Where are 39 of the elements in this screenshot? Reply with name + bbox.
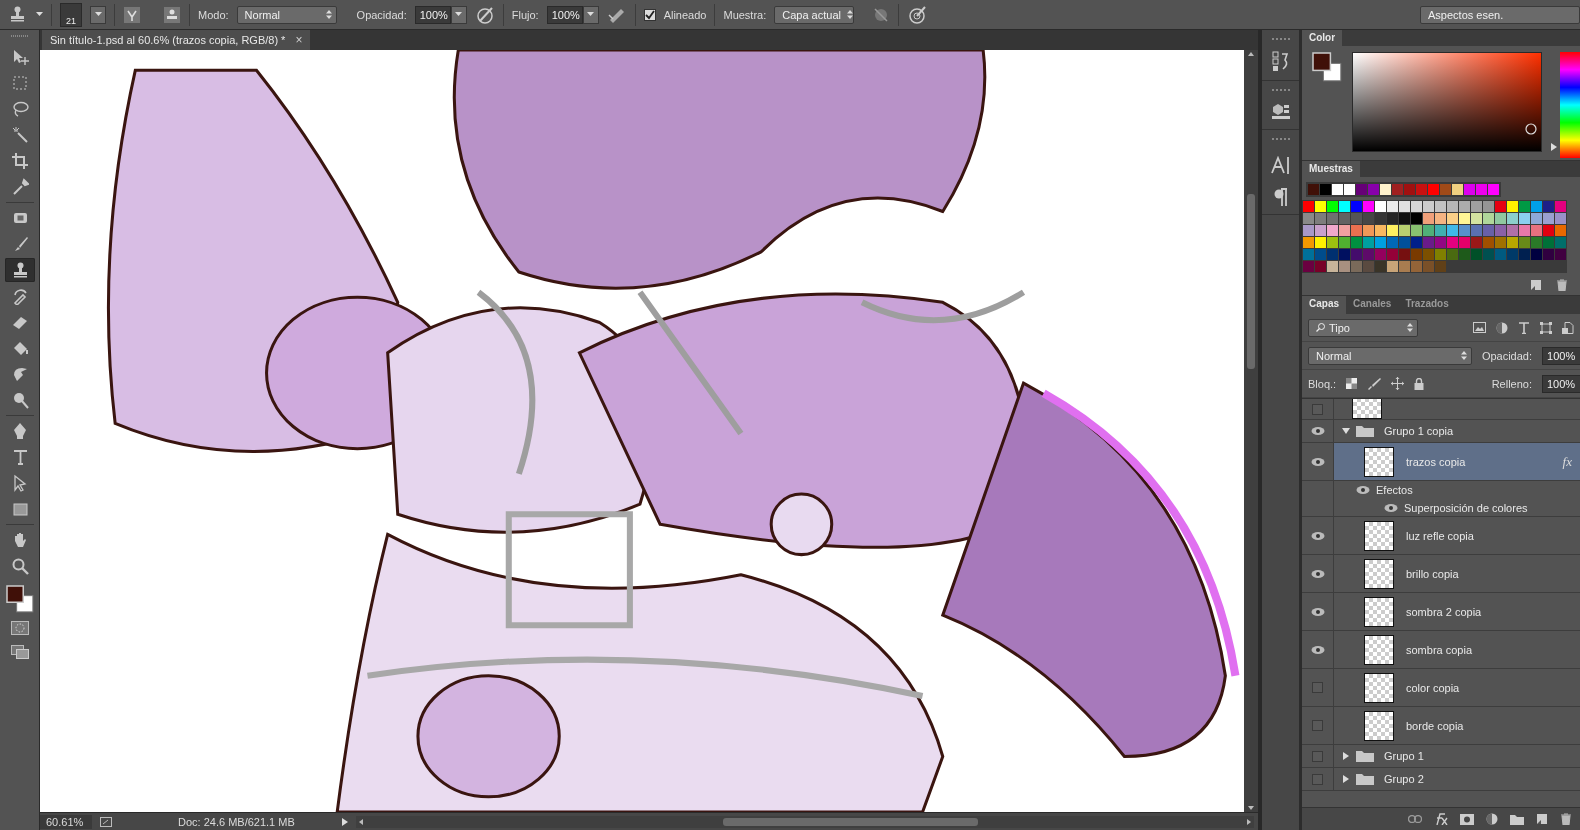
layer-row[interactable]: sombra copia xyxy=(1302,631,1580,669)
sample-dropdown[interactable]: Capa actual xyxy=(774,5,855,24)
aligned-label: Alineado xyxy=(663,8,707,21)
fill-field[interactable]: 100% xyxy=(1542,374,1580,393)
flow-field[interactable]: 100% xyxy=(546,5,583,24)
color-tab[interactable]: Color xyxy=(1302,30,1343,46)
layer-row[interactable]: borde copia xyxy=(1302,707,1580,745)
group-row[interactable]: Grupo 2 xyxy=(1302,768,1580,791)
mode-label: Modo: xyxy=(198,8,229,21)
flow-label: Flujo: xyxy=(511,8,539,21)
panel-tab[interactable]: Canales xyxy=(1346,296,1399,314)
opacity-label: Opacidad: xyxy=(356,8,407,21)
filter-dropdown[interactable]: Tipo xyxy=(1308,318,1418,337)
opacity-field[interactable]: 100% xyxy=(414,5,451,24)
layer-row[interactable]: color copia xyxy=(1302,669,1580,707)
mode-dropdown[interactable]: Normal xyxy=(236,5,337,24)
effect-row[interactable]: Superposición de colores xyxy=(1302,499,1580,517)
workspace-dropdown[interactable]: Aspectos esen. xyxy=(1420,5,1580,24)
blend-mode-dropdown[interactable]: Normal xyxy=(1308,346,1472,365)
document-tab[interactable]: Sin título-1.psd al 60.6% (trazos copia, RGB/8) * × xyxy=(42,30,311,50)
brush-preset[interactable]: 21 xyxy=(60,2,82,27)
layer-row[interactable]: luz refle copia xyxy=(1302,517,1580,555)
effect-row[interactable]: Efectos xyxy=(1302,481,1580,499)
panel-tab[interactable]: Trazados xyxy=(1398,296,1456,314)
fill-label: Relleno: xyxy=(1491,377,1532,390)
document-size: Doc: 24.6 MB/621.1 MB xyxy=(178,815,296,828)
opacity-label: Opacidad: xyxy=(1481,349,1533,362)
layer-row[interactable]: brillo copia xyxy=(1302,555,1580,593)
swatches-tab[interactable]: Muestras xyxy=(1302,161,1360,177)
layer-opacity-field[interactable]: 100% xyxy=(1542,346,1580,365)
layer-row[interactable]: sombra 2 copia xyxy=(1302,593,1580,631)
close-tab-button[interactable]: × xyxy=(295,33,303,47)
group-row[interactable]: Grupo 1 xyxy=(1302,745,1580,768)
sample-label: Muestra: xyxy=(723,8,767,21)
effects-label: fx xyxy=(1562,453,1572,470)
zoom-level[interactable]: 60.61% xyxy=(40,814,92,829)
lock-label: Bloq.: xyxy=(1308,377,1337,390)
panel-tab[interactable]: Capas xyxy=(1302,296,1346,314)
layer-row[interactable]: trazos copia fx xyxy=(1302,443,1580,481)
